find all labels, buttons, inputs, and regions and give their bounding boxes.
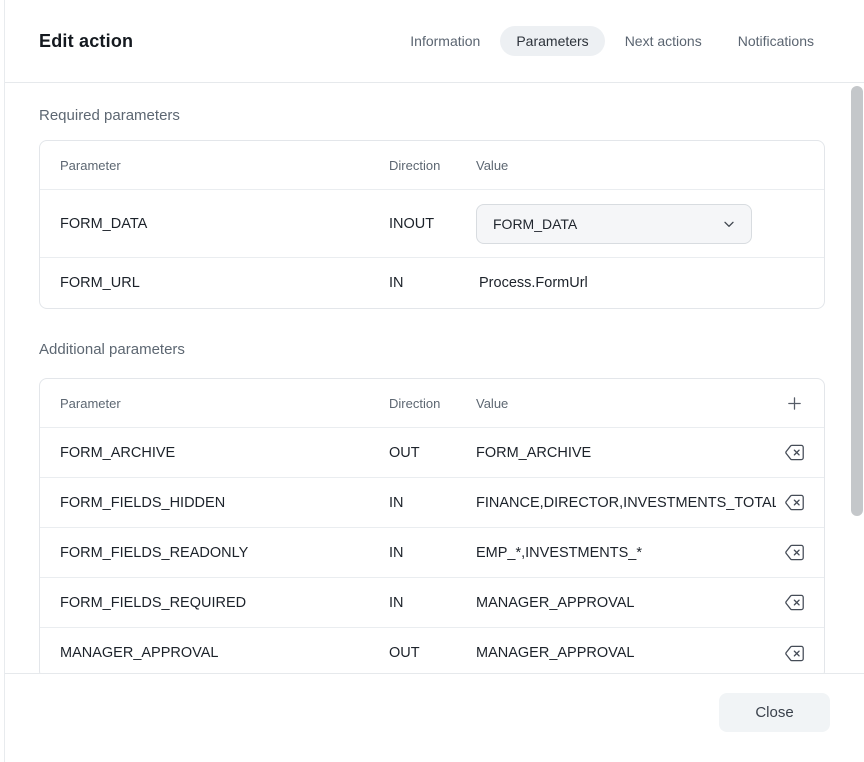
parameter-name: FORM_FIELDS_READONLY — [60, 545, 389, 561]
parameter-value[interactable]: FORM_ARCHIVE — [476, 445, 776, 461]
parameter-direction: OUT — [389, 445, 476, 461]
parameter-value[interactable]: EMP_*,INVESTMENTS_* — [476, 545, 776, 561]
table-header-row: Parameter Direction Value — [40, 141, 824, 190]
tab-information[interactable]: Information — [394, 26, 496, 56]
plus-icon — [786, 395, 803, 412]
tab-parameters[interactable]: Parameters — [500, 26, 604, 56]
table-row: MANAGER_APPROVAL OUT MANAGER_APPROVAL — [40, 628, 824, 673]
clear-value-button[interactable] — [780, 439, 808, 467]
additional-parameters-heading: Additional parameters — [39, 341, 864, 358]
chevron-down-icon — [721, 216, 737, 232]
column-header-parameter: Parameter — [60, 158, 389, 173]
parameter-name: FORM_FIELDS_REQUIRED — [60, 595, 389, 611]
parameter-direction: IN — [389, 275, 476, 291]
tab-next-actions[interactable]: Next actions — [609, 26, 718, 56]
clear-value-button[interactable] — [780, 489, 808, 517]
column-header-action — [776, 389, 812, 417]
table-row: FORM_FIELDS_REQUIRED IN MANAGER_APPROVAL — [40, 578, 824, 628]
clear-value-button[interactable] — [780, 539, 808, 567]
select-value: FORM_DATA — [493, 216, 577, 232]
parameter-value-cell: FORM_DATA — [476, 204, 776, 244]
backspace-icon — [785, 594, 804, 611]
parameter-name: FORM_URL — [60, 275, 389, 291]
parameter-direction: OUT — [389, 645, 476, 661]
dialog-body: Required parameters Parameter Direction … — [5, 83, 864, 673]
dialog-title: Edit action — [39, 31, 133, 52]
form-data-select[interactable]: FORM_DATA — [476, 204, 752, 244]
column-header-parameter: Parameter — [60, 396, 389, 411]
table-header-row: Parameter Direction Value — [40, 379, 824, 428]
parameter-name: FORM_FIELDS_HIDDEN — [60, 495, 389, 511]
backspace-icon — [785, 645, 804, 662]
parameter-value[interactable]: MANAGER_APPROVAL — [476, 645, 776, 661]
parameter-name: FORM_ARCHIVE — [60, 445, 389, 461]
parameter-direction: IN — [389, 595, 476, 611]
clear-value-button[interactable] — [780, 639, 808, 667]
column-header-value: Value — [476, 396, 776, 411]
required-parameters-heading: Required parameters — [39, 107, 864, 124]
add-parameter-button[interactable] — [780, 389, 808, 417]
table-row: FORM_ARCHIVE OUT FORM_ARCHIVE — [40, 428, 824, 478]
tab-notifications[interactable]: Notifications — [722, 26, 830, 56]
parameter-direction: INOUT — [389, 216, 476, 232]
edit-action-dialog: Edit action Information Parameters Next … — [4, 0, 864, 762]
clear-value-button[interactable] — [780, 589, 808, 617]
parameter-name: FORM_DATA — [60, 216, 389, 232]
column-header-direction: Direction — [389, 158, 476, 173]
table-row: FORM_FIELDS_HIDDEN IN FINANCE,DIRECTOR,I… — [40, 478, 824, 528]
parameter-direction: IN — [389, 545, 476, 561]
close-button[interactable]: Close — [719, 693, 830, 732]
tab-bar: Information Parameters Next actions Noti… — [394, 26, 830, 56]
dialog-footer: Close — [5, 673, 864, 762]
backspace-icon — [785, 444, 804, 461]
parameter-value[interactable]: MANAGER_APPROVAL — [476, 595, 776, 611]
additional-parameters-table: Parameter Direction Value FORM_ARCHIVE O… — [39, 378, 825, 673]
column-header-value: Value — [476, 158, 776, 173]
required-parameters-table: Parameter Direction Value FORM_DATA INOU… — [39, 140, 825, 309]
backspace-icon — [785, 494, 804, 511]
parameter-direction: IN — [389, 495, 476, 511]
dialog-header: Edit action Information Parameters Next … — [5, 0, 864, 83]
backspace-icon — [785, 544, 804, 561]
parameter-value[interactable]: FINANCE,DIRECTOR,INVESTMENTS_TOTAL — [476, 495, 776, 511]
parameter-name: MANAGER_APPROVAL — [60, 645, 389, 661]
table-row: FORM_DATA INOUT FORM_DATA — [40, 190, 824, 258]
column-header-direction: Direction — [389, 396, 476, 411]
table-row: FORM_URL IN Process.FormUrl — [40, 258, 824, 308]
vertical-scrollbar-thumb[interactable] — [851, 86, 863, 516]
table-row: FORM_FIELDS_READONLY IN EMP_*,INVESTMENT… — [40, 528, 824, 578]
parameter-value[interactable]: Process.FormUrl — [476, 275, 776, 291]
